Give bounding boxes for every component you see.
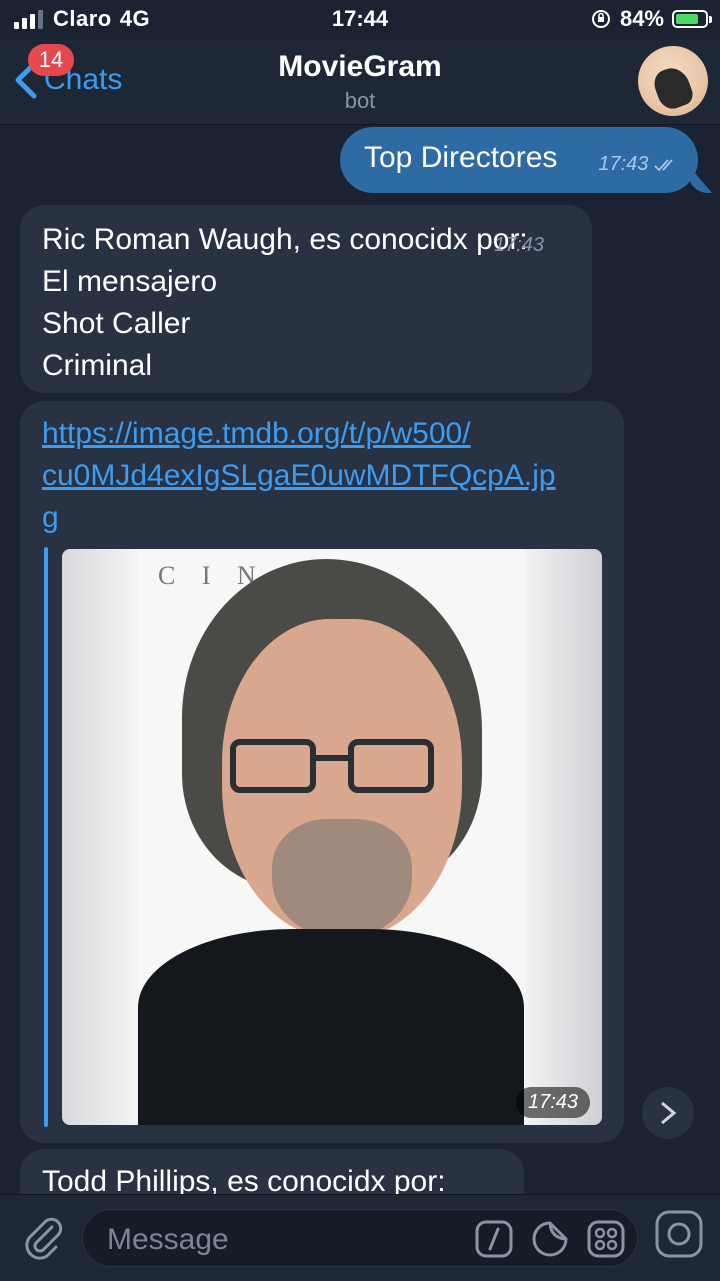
message-input[interactable]: Message	[82, 1209, 638, 1267]
message-line: Todd Phillips, es conocidx por:	[42, 1165, 446, 1195]
message-line: Criminal	[42, 349, 153, 382]
status-bar: Claro 4G 17:44 84%	[0, 0, 720, 40]
share-button[interactable]	[642, 1087, 694, 1139]
slash-command-icon[interactable]	[475, 1220, 513, 1258]
chat-subtitle: bot	[344, 88, 376, 113]
share-icon	[661, 1101, 677, 1125]
image-link[interactable]: g	[42, 497, 612, 539]
bot-avatar[interactable]	[638, 46, 708, 116]
message-list[interactable]: Top Directores 17:43 Ric Roman Waugh, es…	[0, 125, 720, 1195]
double-check-icon	[654, 159, 673, 172]
message-input-bar: Message	[0, 1194, 720, 1281]
incoming-message[interactable]: Ric Roman Waugh, es conocidx por: El men…	[20, 205, 592, 393]
link-preview-photo[interactable]: C I N E	[62, 549, 602, 1125]
chat-title[interactable]: MovieGram	[0, 50, 720, 84]
message-placeholder: Message	[107, 1223, 229, 1256]
bot-menu-icon[interactable]	[587, 1220, 625, 1258]
outgoing-message[interactable]: Top Directores 17:43	[340, 127, 698, 193]
image-link[interactable]: cu0MJd4exIgSLgaE0uwMDTFQcpA.jp	[42, 455, 612, 497]
photo-time: 17:43	[516, 1087, 591, 1118]
rotation-lock-icon	[591, 10, 610, 28]
message-line: Shot Caller	[42, 307, 191, 340]
chat-header: Chats 14 MovieGram bot	[0, 40, 720, 125]
sticker-icon[interactable]	[531, 1220, 569, 1258]
message-line: El mensajero	[42, 265, 218, 298]
link-preview-bar	[44, 547, 48, 1127]
battery-percent: 84%	[619, 6, 664, 31]
image-link[interactable]: https://image.tmdb.org/t/p/w500/	[42, 413, 612, 455]
battery-icon	[672, 10, 712, 28]
message-text: Top Directores	[364, 141, 558, 174]
message-time: 17:43	[494, 234, 545, 256]
message-line: Ric Roman Waugh, es conocidx por:	[42, 223, 528, 256]
paperclip-icon[interactable]	[18, 1213, 66, 1261]
camera-icon[interactable]	[654, 1209, 704, 1259]
incoming-message[interactable]: Todd Phillips, es conocidx por:	[20, 1149, 524, 1195]
message-time: 17:43	[598, 153, 649, 175]
